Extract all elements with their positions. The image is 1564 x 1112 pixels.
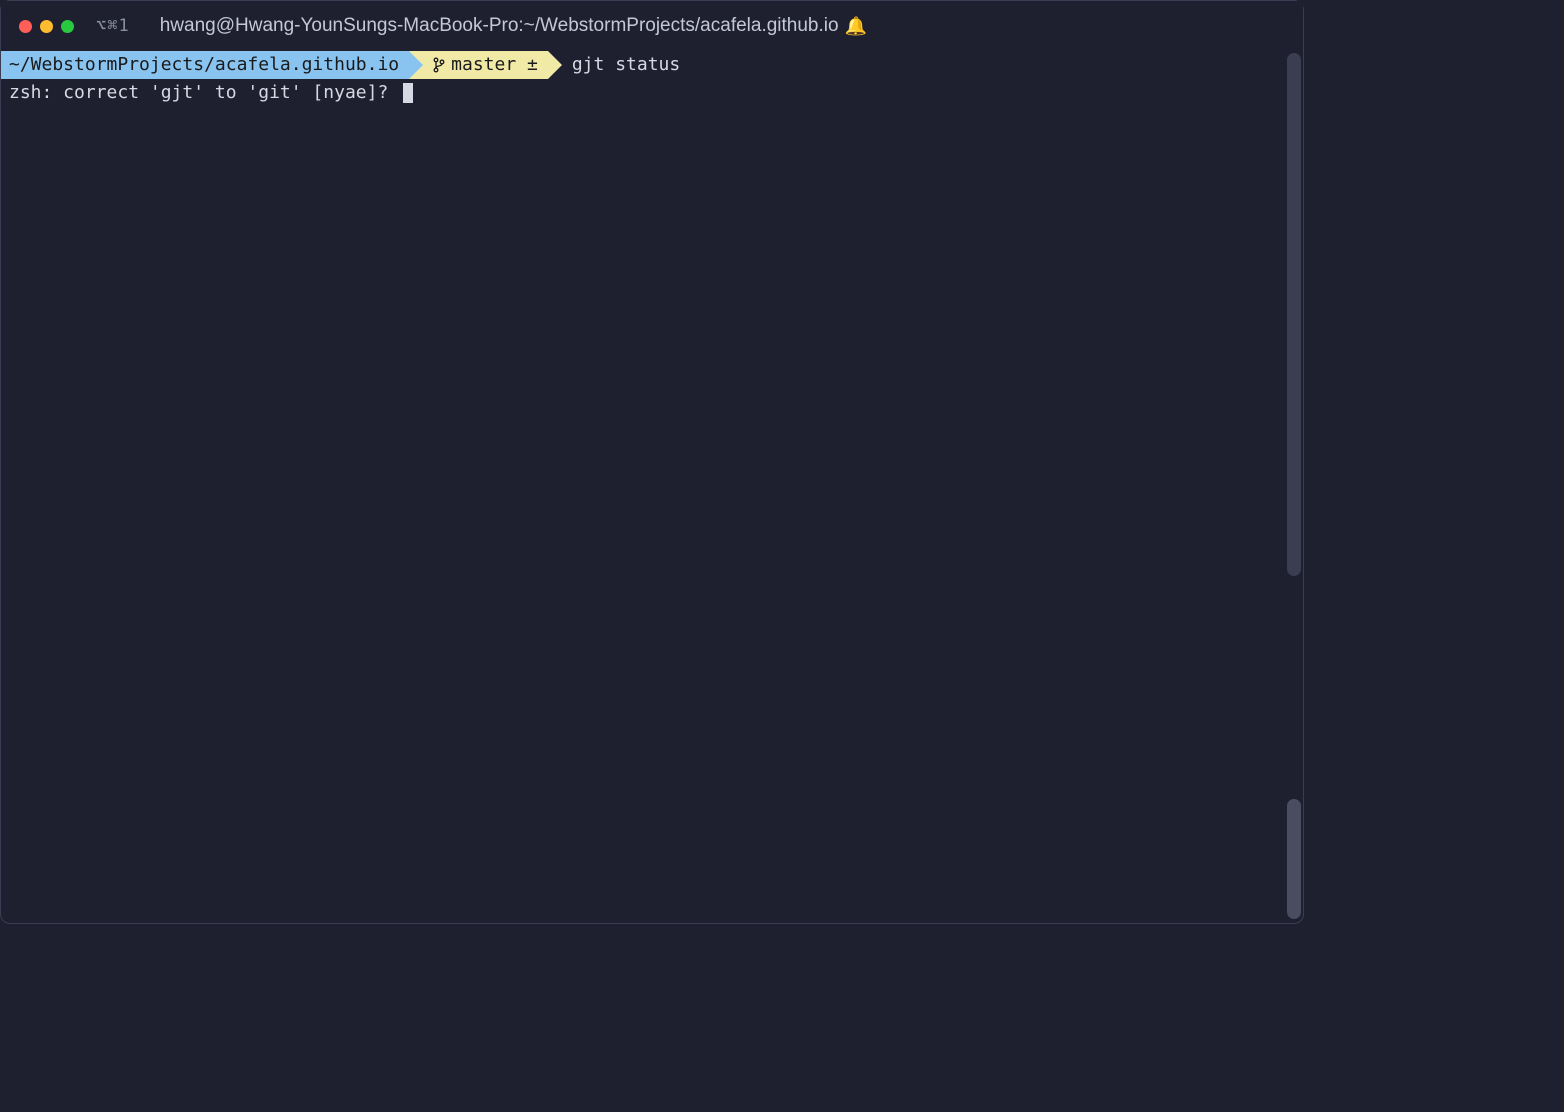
output-line: zsh: correct 'gjt' to 'git' [nyae]?	[1, 79, 1303, 107]
close-button[interactable]	[19, 20, 32, 33]
git-branch-icon	[433, 57, 445, 73]
bell-icon: 🔔	[845, 16, 867, 37]
command-input: gjt status	[548, 51, 680, 79]
titlebar: ⌥⌘1 hwang@Hwang-YounSungs-MacBook-Pro:~/…	[1, 1, 1303, 51]
scrollbar-track[interactable]	[1287, 53, 1301, 576]
maximize-button[interactable]	[61, 20, 74, 33]
minimize-button[interactable]	[40, 20, 53, 33]
window-controls	[19, 20, 74, 33]
scrollbar-thumb[interactable]	[1287, 799, 1301, 919]
prompt-path-segment: ~/WebstormProjects/acafela.github.io	[1, 51, 409, 79]
prompt-branch-segment: master ±	[409, 51, 548, 79]
tab-shortcut: ⌥⌘1	[96, 16, 130, 36]
prompt-path: ~/WebstormProjects/acafela.github.io	[9, 51, 399, 79]
prompt-line: ~/WebstormProjects/acafela.github.io mas…	[1, 51, 1303, 79]
zsh-correct-prompt: zsh: correct 'gjt' to 'git' [nyae]?	[9, 79, 399, 107]
terminal-cursor	[403, 83, 413, 103]
prompt-branch: master ±	[451, 51, 538, 79]
terminal-body[interactable]: ~/WebstormProjects/acafela.github.io mas…	[1, 51, 1303, 923]
window-title: hwang@Hwang-YounSungs-MacBook-Pro:~/Webs…	[160, 15, 839, 37]
